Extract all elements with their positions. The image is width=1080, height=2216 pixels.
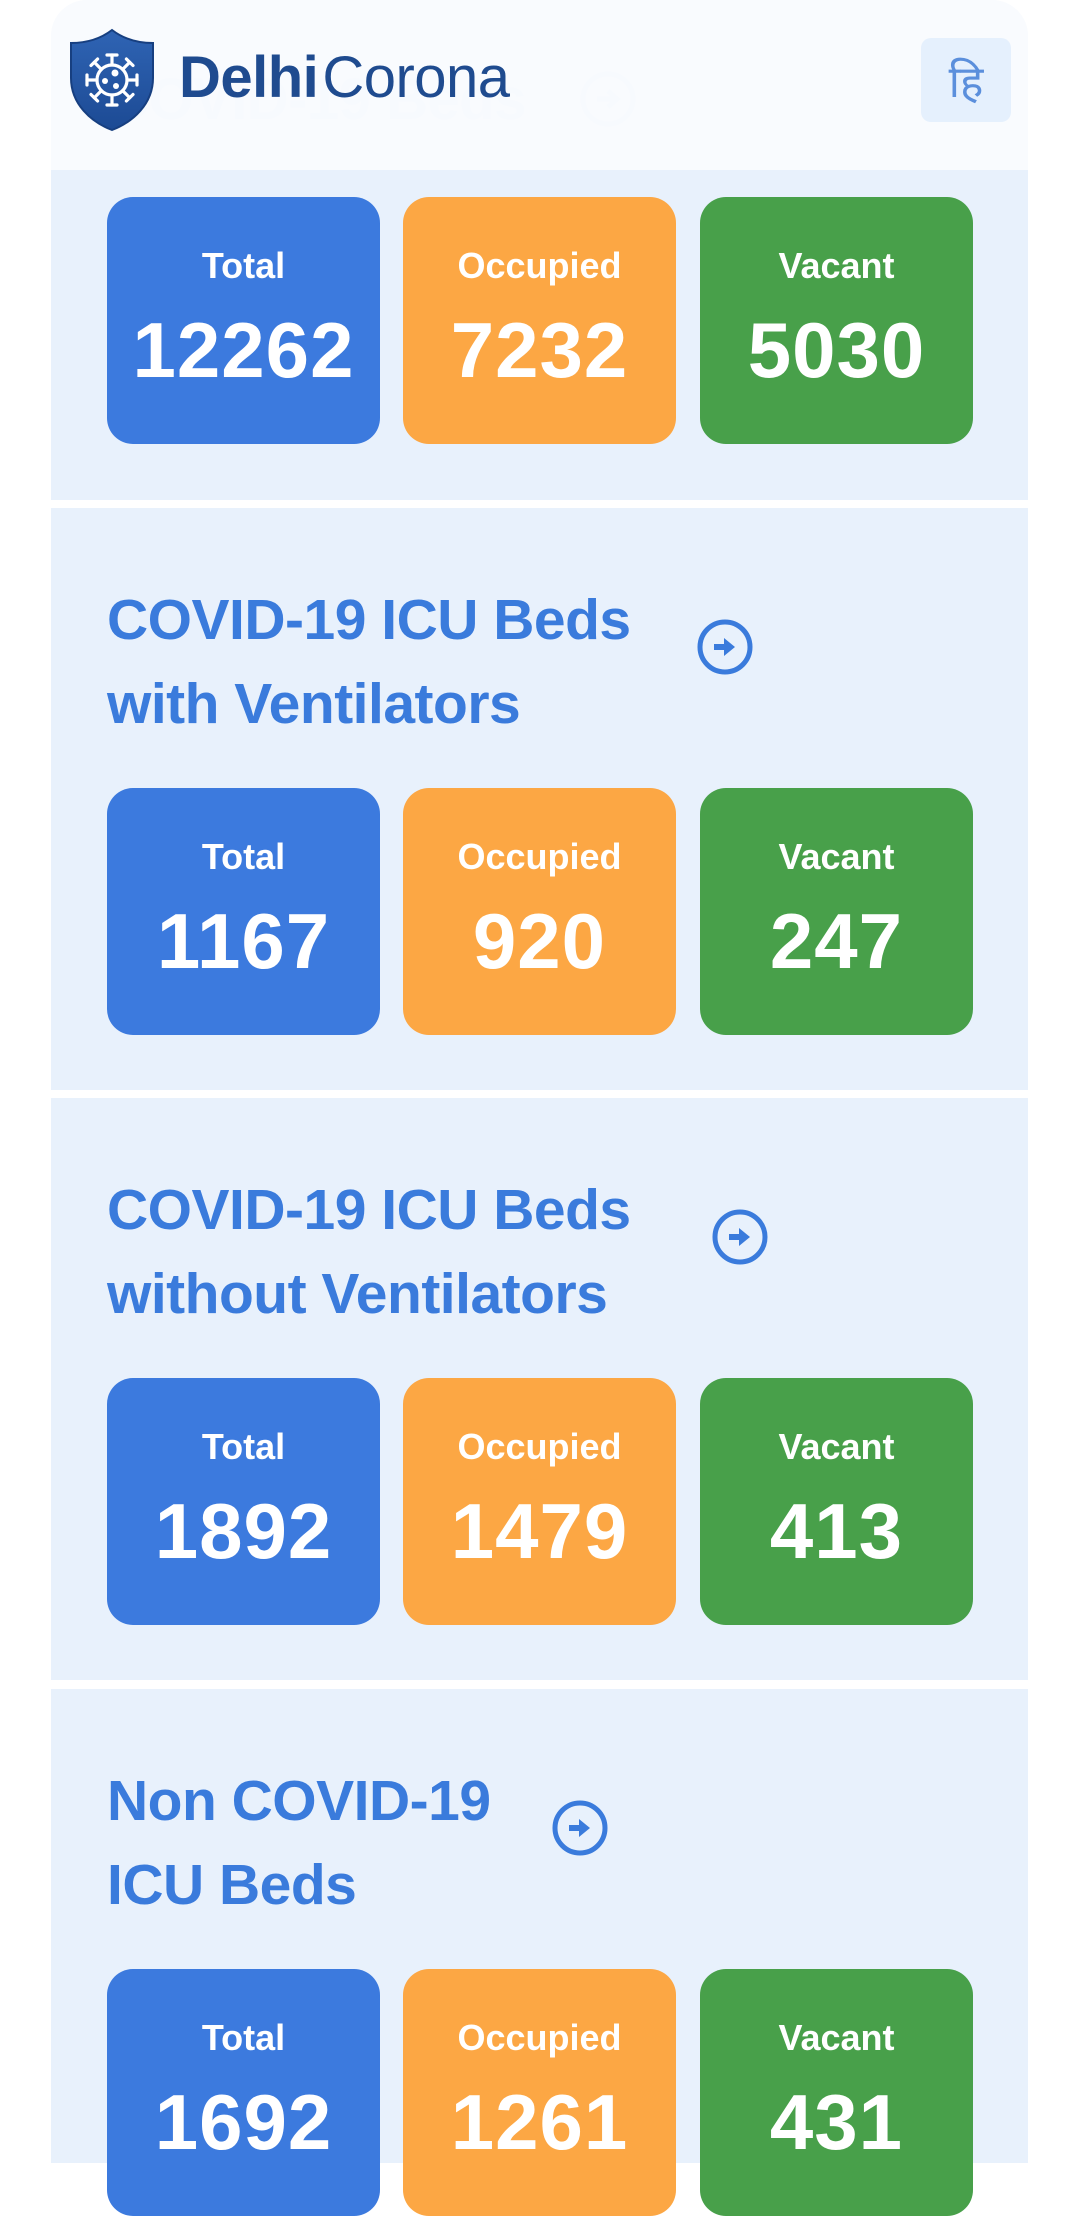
section-title[interactable]: COVID-19 ICU Beds with Ventilators <box>107 578 631 746</box>
occupied-label: Occupied <box>457 836 622 877</box>
app-title-bold: Delhi <box>179 45 319 110</box>
occupied-value: 7232 <box>450 306 629 394</box>
section-title[interactable]: Non COVID-19 ICU Beds <box>107 1759 491 1927</box>
total-card: Total 12262 <box>107 197 380 444</box>
vacant-card: Vacant 5030 <box>700 197 973 444</box>
section-icu-without-ventilators: COVID-19 ICU Beds without Ventilators To… <box>51 1098 1028 1680</box>
stats-cards: Total 12262 Occupied 7232 Vacant 5030 <box>107 197 973 444</box>
total-card: Total 1692 <box>107 1969 380 2216</box>
section-title-line: COVID-19 ICU Beds <box>107 588 631 652</box>
vacant-card: Vacant 413 <box>700 1378 973 1625</box>
section-title-line: with Ventilators <box>107 672 521 736</box>
vacant-card: Vacant 431 <box>700 1969 973 2216</box>
section-title-line: without Ventilators <box>107 1262 608 1326</box>
occupied-label: Occupied <box>457 2017 622 2058</box>
vacant-value: 5030 <box>747 306 926 394</box>
section-title-line: COVID-19 ICU Beds <box>107 1178 631 1242</box>
section-non-covid-icu-beds: Non COVID-19 ICU Beds Total 1692 Occupie… <box>51 1689 1028 2216</box>
total-label: Total <box>201 2017 286 2058</box>
occupied-card: Occupied 7232 <box>403 197 676 444</box>
total-value: 12262 <box>132 306 355 394</box>
occupied-value: 1261 <box>450 2078 629 2166</box>
language-toggle-button[interactable]: हि <box>921 38 1011 122</box>
stats-cards: Total 1167 Occupied 920 Vacant 247 <box>107 788 973 1035</box>
total-value: 1692 <box>154 2078 333 2166</box>
section-title-line: ICU Beds <box>107 1853 357 1917</box>
page: COVID-19 Beds <box>51 0 1028 2216</box>
vacant-label: Vacant <box>778 836 895 877</box>
vacant-card: Vacant 247 <box>700 788 973 1035</box>
occupied-card: Occupied 1479 <box>403 1378 676 1625</box>
vacant-label: Vacant <box>778 1426 895 1467</box>
app-title-regular: Corona <box>322 45 510 110</box>
arrow-circle-right-icon[interactable] <box>551 1799 609 1857</box>
vacant-value: 431 <box>769 2078 904 2166</box>
section-title-line: Non COVID-19 <box>107 1769 491 1833</box>
occupied-card: Occupied 920 <box>403 788 676 1035</box>
total-card: Total 1892 <box>107 1378 380 1625</box>
total-value: 1167 <box>156 897 331 985</box>
occupied-value: 920 <box>472 897 607 985</box>
section-covid-beds: Total 12262 Occupied 7232 Vacant 5030 <box>51 170 1028 500</box>
total-card: Total 1167 <box>107 788 380 1035</box>
vacant-label: Vacant <box>778 2017 895 2058</box>
total-label: Total <box>201 1426 286 1467</box>
vacant-label: Vacant <box>778 245 895 286</box>
stats-cards: Total 1892 Occupied 1479 Vacant 413 <box>107 1378 973 1625</box>
vacant-value: 247 <box>769 897 904 985</box>
occupied-label: Occupied <box>457 245 622 286</box>
total-label: Total <box>201 245 286 286</box>
section-title[interactable]: COVID-19 ICU Beds without Ventilators <box>107 1168 631 1336</box>
vacant-value: 413 <box>769 1487 904 1575</box>
section-icu-with-ventilators: COVID-19 ICU Beds with Ventilators Total… <box>51 508 1028 1090</box>
occupied-value: 1479 <box>450 1487 629 1575</box>
total-value: 1892 <box>154 1487 333 1575</box>
total-label: Total <box>201 836 286 877</box>
occupied-label: Occupied <box>457 1426 622 1467</box>
shield-virus-icon[interactable] <box>67 28 157 132</box>
stats-cards: Total 1692 Occupied 1261 Vacant 431 <box>107 1969 973 2216</box>
app-header: DelhiCorona हि <box>51 0 1028 170</box>
arrow-circle-right-icon[interactable] <box>711 1208 769 1266</box>
app-title[interactable]: DelhiCorona <box>179 44 510 111</box>
arrow-circle-right-icon[interactable] <box>696 618 754 676</box>
occupied-card: Occupied 1261 <box>403 1969 676 2216</box>
